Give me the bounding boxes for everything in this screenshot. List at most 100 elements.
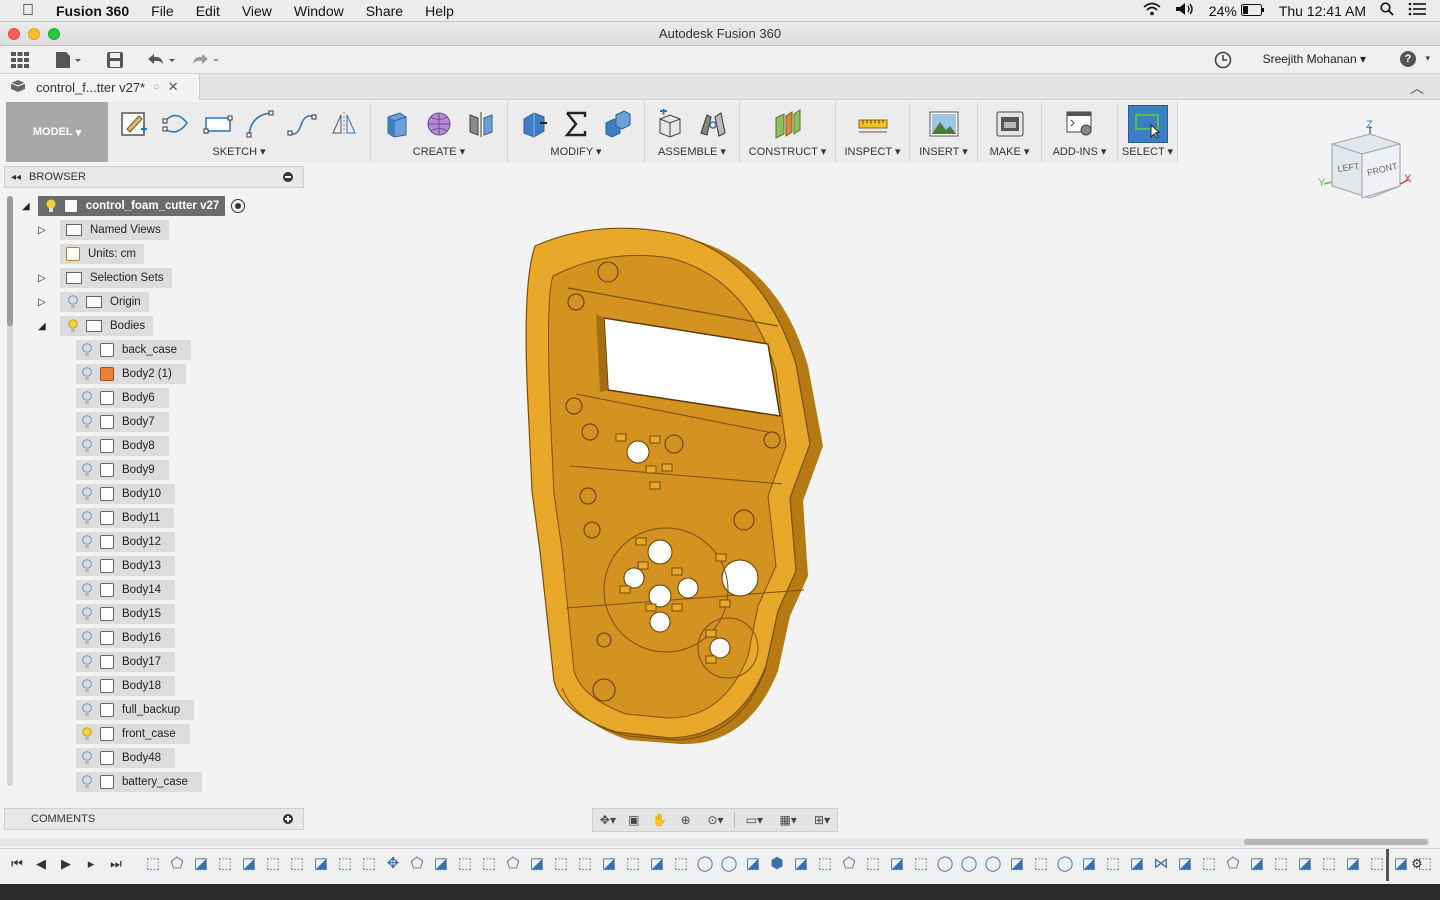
tree-root[interactable]: ◢ control_foam_cutter v27 bbox=[22, 196, 246, 216]
visibility-bulb-icon[interactable] bbox=[80, 438, 94, 454]
minimize-browser-icon[interactable] bbox=[283, 172, 293, 182]
job-status-clock-icon[interactable] bbox=[1214, 50, 1232, 70]
timeline-feature-icon[interactable]: ◪ bbox=[1128, 855, 1146, 873]
timeline-feature-icon[interactable]: ⬚ bbox=[144, 855, 162, 873]
body-node[interactable]: Body10 bbox=[76, 484, 176, 504]
timeline-feature-icon[interactable]: ◪ bbox=[744, 855, 762, 873]
apple-menu-icon[interactable]:  bbox=[0, 2, 56, 20]
visibility-bulb-icon[interactable] bbox=[80, 774, 94, 790]
zoom-window-icon[interactable]: ⊙▾ bbox=[701, 811, 731, 829]
document-tab[interactable]: control_f...tter v27* ○ ✕ bbox=[0, 74, 200, 100]
body-node[interactable]: front_case bbox=[76, 724, 190, 744]
visibility-bulb-icon[interactable] bbox=[80, 702, 94, 718]
step-forward-icon[interactable]: ▸ bbox=[82, 855, 100, 873]
timeline-feature-icon[interactable]: ◪ bbox=[1248, 855, 1266, 873]
menu-share[interactable]: Share bbox=[355, 3, 414, 19]
assemble-menu[interactable]: ASSEMBLE ▾ bbox=[645, 145, 739, 158]
timeline-feature-icon[interactable]: ⬚ bbox=[1104, 855, 1122, 873]
timeline-feature-icon[interactable]: ⬠ bbox=[504, 855, 522, 873]
timeline-feature-icon[interactable]: ⬚ bbox=[336, 855, 354, 873]
expand-chevron-icon[interactable]: ◢ bbox=[22, 201, 30, 212]
expand-chevron-icon[interactable]: ▷ bbox=[38, 225, 52, 236]
timeline-feature-icon[interactable]: ◯ bbox=[936, 855, 954, 873]
body-node[interactable]: Body2 (1) bbox=[76, 364, 186, 384]
visibility-bulb-icon[interactable] bbox=[80, 606, 94, 622]
timeline-feature-icon[interactable]: ⬠ bbox=[840, 855, 858, 873]
tree-node[interactable]: ▷ Origin bbox=[38, 292, 149, 312]
body-node[interactable]: Body11 bbox=[76, 508, 175, 528]
visibility-bulb-icon[interactable] bbox=[80, 630, 94, 646]
visibility-bulb-icon[interactable] bbox=[80, 558, 94, 574]
timeline-feature-icon[interactable]: ◪ bbox=[792, 855, 810, 873]
timeline-feature-icon[interactable]: ⬚ bbox=[480, 855, 498, 873]
visibility-bulb-icon[interactable] bbox=[80, 582, 94, 598]
timeline-feature-icon[interactable]: ◪ bbox=[888, 855, 906, 873]
sketch-menu[interactable]: SKETCH ▾ bbox=[108, 145, 370, 158]
battery-icon[interactable] bbox=[1240, 3, 1265, 19]
body-node[interactable]: full_backup bbox=[76, 700, 195, 720]
visibility-bulb-icon[interactable] bbox=[80, 534, 94, 550]
body-node[interactable]: Body8 bbox=[76, 436, 169, 456]
timeline-settings-gear-icon[interactable]: ⚙ bbox=[1408, 855, 1426, 873]
notification-center-icon[interactable] bbox=[1408, 2, 1426, 19]
wifi-icon[interactable] bbox=[1143, 2, 1161, 19]
insert-image-icon[interactable] bbox=[926, 106, 962, 142]
visibility-bulb-icon[interactable] bbox=[80, 750, 94, 766]
add-ins-menu[interactable]: ADD-INS ▾ bbox=[1042, 145, 1117, 158]
new-component-icon[interactable] bbox=[653, 106, 689, 142]
combine-icon[interactable] bbox=[600, 106, 636, 142]
viewports-icon[interactable]: ⊞▾ bbox=[807, 811, 837, 829]
timeline-feature-icon[interactable]: ⬚ bbox=[1320, 855, 1338, 873]
timeline-feature-icon[interactable]: ◪ bbox=[1008, 855, 1026, 873]
body-node[interactable]: back_case bbox=[76, 340, 191, 360]
body-node[interactable]: Body12 bbox=[76, 532, 176, 552]
timeline-feature-icon[interactable]: ⬚ bbox=[288, 855, 306, 873]
step-back-icon[interactable]: ◀ bbox=[32, 855, 50, 873]
timeline-feature-icon[interactable]: ✥ bbox=[384, 855, 402, 873]
timeline-marker[interactable] bbox=[1386, 849, 1389, 881]
minimize-window-button[interactable] bbox=[28, 28, 40, 40]
timeline-feature-icon[interactable]: ◪ bbox=[192, 855, 210, 873]
menu-edit[interactable]: Edit bbox=[185, 3, 231, 19]
spotlight-search-icon[interactable] bbox=[1380, 2, 1394, 19]
modify-menu[interactable]: MODIFY ▾ bbox=[508, 145, 644, 158]
timeline-feature-icon[interactable]: ◯ bbox=[1056, 855, 1074, 873]
pan-hand-icon[interactable]: ✋ bbox=[649, 811, 671, 829]
parameters-sigma-icon[interactable] bbox=[558, 106, 594, 142]
visibility-bulb-icon[interactable] bbox=[80, 654, 94, 670]
save-icon[interactable] bbox=[106, 50, 124, 70]
timeline-feature-icon[interactable]: ◪ bbox=[1296, 855, 1314, 873]
timeline-feature-icon[interactable]: ◪ bbox=[240, 855, 258, 873]
timeline-feature-icon[interactable]: ⬚ bbox=[816, 855, 834, 873]
visibility-bulb-icon[interactable] bbox=[80, 390, 94, 406]
go-to-start-icon[interactable]: ⏮ bbox=[8, 855, 26, 873]
timeline-feature-icon[interactable]: ⬚ bbox=[264, 855, 282, 873]
user-account-menu[interactable]: Sreejith Mohanan ▾ bbox=[1263, 52, 1366, 66]
canvas-viewport[interactable] bbox=[308, 166, 1428, 806]
undo-icon[interactable] bbox=[146, 50, 178, 70]
visibility-bulb-icon[interactable] bbox=[80, 726, 94, 742]
timeline-feature-icon[interactable]: ◪ bbox=[1080, 855, 1098, 873]
inspect-menu[interactable]: INSPECT ▾ bbox=[836, 145, 909, 158]
grid-settings-icon[interactable]: ▦▾ bbox=[773, 811, 803, 829]
timeline-feature-icon[interactable]: ◯ bbox=[984, 855, 1002, 873]
visibility-bulb-icon[interactable] bbox=[44, 198, 58, 214]
extrude-icon[interactable] bbox=[379, 106, 415, 142]
timeline-feature-icon[interactable]: ◯ bbox=[696, 855, 714, 873]
joint-icon[interactable] bbox=[695, 106, 731, 142]
comments-panel-header[interactable]: COMMENTS bbox=[4, 808, 304, 830]
spline-icon[interactable] bbox=[284, 106, 320, 142]
tree-node[interactable]: ▷ Selection Sets bbox=[38, 268, 172, 288]
look-at-icon[interactable]: ▣ bbox=[623, 811, 645, 829]
construct-menu[interactable]: CONSTRUCT ▾ bbox=[740, 145, 835, 158]
rectangle-icon[interactable] bbox=[200, 106, 236, 142]
select-menu[interactable]: SELECT ▾ bbox=[1118, 145, 1177, 158]
timeline-feature-icon[interactable]: ⬠ bbox=[1224, 855, 1242, 873]
timeline-feature-icon[interactable]: ⬚ bbox=[624, 855, 642, 873]
visibility-bulb-icon[interactable] bbox=[80, 342, 94, 358]
expand-chevron-icon[interactable]: ▷ bbox=[38, 273, 52, 284]
press-pull-icon[interactable] bbox=[516, 106, 552, 142]
menu-view[interactable]: View bbox=[231, 3, 283, 19]
timeline-feature-icon[interactable]: ◪ bbox=[648, 855, 666, 873]
make-menu[interactable]: MAKE ▾ bbox=[978, 145, 1041, 158]
